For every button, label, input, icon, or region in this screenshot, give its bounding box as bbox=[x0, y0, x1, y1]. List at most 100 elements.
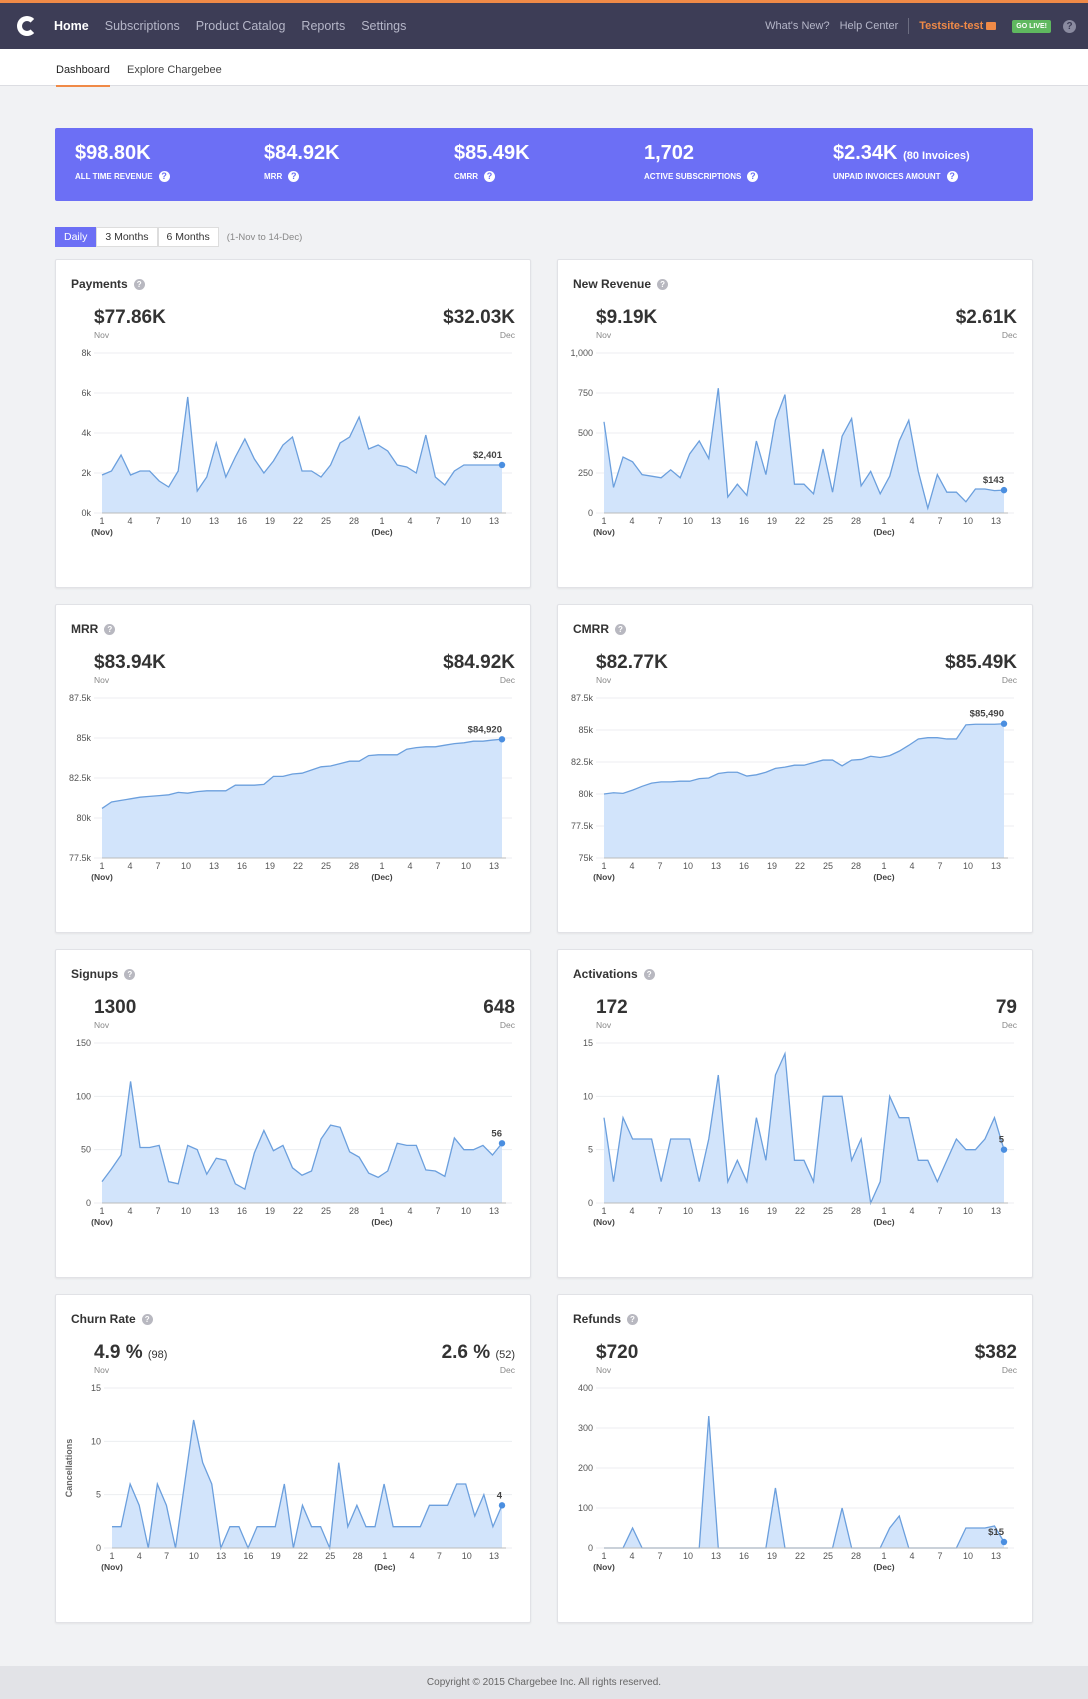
y-tick-label: 4k bbox=[81, 428, 91, 438]
left-metric: $77.86K Nov bbox=[94, 307, 166, 340]
tab-dashboard[interactable]: Dashboard bbox=[56, 64, 110, 76]
question-icon[interactable]: ? bbox=[133, 278, 145, 290]
x-tick-label: 25 bbox=[823, 1206, 833, 1216]
metric-period: Nov bbox=[596, 1020, 612, 1030]
last-point-marker[interactable] bbox=[498, 461, 506, 469]
x-group-label-dec: (Dec) bbox=[873, 1217, 894, 1227]
y-tick-label: 77.5k bbox=[571, 821, 594, 831]
chart-refunds: 0 100 200 300 400 $15 1 4 7 10 13 16 19 22 25 28 1 4 7 10 13… bbox=[578, 1383, 1014, 1572]
right-metric: 2.6 % (52) Dec bbox=[442, 1342, 515, 1375]
area-fill bbox=[102, 397, 502, 513]
card-churn-rate: Churn Rate? 4.9 % (98) Nov 2.6 % (52) Dec 0 5 1… bbox=[55, 1294, 531, 1623]
last-point-marker[interactable] bbox=[1000, 1146, 1008, 1153]
last-point-label: 56 bbox=[491, 1128, 502, 1139]
last-point-marker[interactable] bbox=[1000, 720, 1008, 727]
right-metric: $2.61K Dec bbox=[956, 307, 1017, 340]
metric-value: 1300 bbox=[94, 997, 137, 1018]
x-tick-label: 10 bbox=[683, 1206, 693, 1216]
question-icon[interactable]: ? bbox=[747, 171, 759, 182]
left-metric: 4.9 % (98) Nov bbox=[94, 1342, 167, 1375]
stat-cmrr: $85.49K CMRR? bbox=[454, 142, 530, 182]
last-point-marker[interactable] bbox=[498, 736, 506, 743]
x-tick-label: 1 bbox=[601, 516, 606, 526]
chargebee-logo-icon[interactable] bbox=[17, 16, 37, 36]
stat-value: 1,702 bbox=[644, 142, 695, 164]
nav-settings[interactable]: Settings bbox=[361, 19, 406, 33]
question-icon[interactable]: ? bbox=[946, 171, 958, 182]
metric-period: Dec bbox=[499, 675, 515, 685]
x-tick-label: 4 bbox=[909, 1206, 914, 1216]
question-icon[interactable]: ? bbox=[124, 968, 136, 980]
x-tick-label: 10 bbox=[963, 861, 973, 871]
x-tick-label: 4 bbox=[909, 516, 914, 526]
tab-explore-chargebee[interactable]: Explore Chargebee bbox=[127, 64, 222, 76]
question-icon[interactable]: ? bbox=[615, 623, 626, 635]
x-tick-label: 7 bbox=[657, 516, 662, 526]
question-icon[interactable]: ? bbox=[141, 1313, 153, 1325]
question-icon[interactable]: ? bbox=[657, 278, 669, 290]
last-point-marker[interactable] bbox=[498, 1502, 506, 1509]
y-tick-label: 100 bbox=[578, 1503, 593, 1513]
last-point-marker[interactable] bbox=[1000, 1538, 1008, 1546]
x-tick-label: 4 bbox=[629, 516, 634, 526]
right-metric: 79 Dec bbox=[996, 997, 1017, 1030]
y-tick-label: 250 bbox=[578, 468, 593, 478]
x-tick-label: 7 bbox=[435, 861, 440, 871]
x-tick-label: 10 bbox=[963, 1551, 973, 1561]
range-tab-daily[interactable]: Daily bbox=[55, 227, 97, 247]
y-tick-label: 80k bbox=[578, 789, 593, 799]
nav-subscriptions[interactable]: Subscriptions bbox=[105, 19, 180, 33]
x-tick-label: 28 bbox=[851, 516, 861, 526]
nav-product-catalog[interactable]: Product Catalog bbox=[196, 19, 286, 33]
left-metric: $82.77K Nov bbox=[596, 652, 668, 685]
x-tick-label: 28 bbox=[349, 516, 359, 526]
x-tick-label: 28 bbox=[353, 1551, 363, 1561]
x-tick-label: 19 bbox=[767, 861, 777, 871]
x-tick-label: 7 bbox=[657, 861, 662, 871]
chart-mrr: 77.5k 80k 82.5k 85k 87.5k $84,920 1 4 7 10 13 16 19 2… bbox=[69, 693, 512, 882]
site-switcher[interactable]: Testsite-test bbox=[919, 20, 997, 32]
question-icon[interactable]: ? bbox=[288, 171, 300, 182]
y-tick-label: 10 bbox=[91, 1436, 101, 1446]
chart-churn-rate: 0 5 10 15 Cancellations 4 1 4 7 10 13 16 19 22 25 28 1 4 7… bbox=[64, 1383, 512, 1572]
range-tab-6-months[interactable]: 6 Months bbox=[157, 227, 219, 247]
x-tick-label: 19 bbox=[767, 516, 777, 526]
x-tick-label: 7 bbox=[155, 861, 160, 871]
whats-new-link[interactable]: What's New? bbox=[765, 20, 829, 32]
stat-value: $98.80K bbox=[75, 142, 151, 164]
y-tick-label: 15 bbox=[91, 1383, 101, 1393]
range-tab-3-months[interactable]: 3 Months bbox=[96, 227, 158, 247]
right-metric: 648 Dec bbox=[483, 997, 515, 1030]
x-tick-label: 19 bbox=[767, 1551, 777, 1561]
help-icon[interactable]: ? bbox=[1063, 19, 1076, 33]
x-group-label-dec: (Dec) bbox=[873, 527, 894, 537]
x-tick-label: 13 bbox=[489, 1551, 499, 1561]
summary-banner: $98.80K ALL TIME REVENUE? $84.92K MRR? $… bbox=[55, 128, 1033, 201]
x-group-label-nov: (Nov) bbox=[593, 872, 615, 882]
x-tick-label: 1 bbox=[99, 861, 104, 871]
nav-home[interactable]: Home bbox=[54, 19, 89, 33]
metric-value: 172 bbox=[596, 997, 628, 1018]
help-center-link[interactable]: Help Center bbox=[840, 20, 899, 32]
x-tick-label: 1 bbox=[881, 516, 886, 526]
last-point-marker[interactable] bbox=[1000, 486, 1008, 494]
mail-icon bbox=[986, 22, 997, 30]
question-icon[interactable]: ? bbox=[484, 171, 495, 182]
go-live-button[interactable]: GO LIVE! bbox=[1012, 19, 1051, 33]
left-metric: $720 Nov bbox=[596, 1342, 638, 1375]
x-tick-label: 1 bbox=[379, 1206, 384, 1216]
x-tick-label: 4 bbox=[909, 861, 914, 871]
x-tick-label: 4 bbox=[629, 861, 634, 871]
question-icon[interactable]: ? bbox=[158, 171, 170, 182]
x-tick-label: 7 bbox=[657, 1206, 662, 1216]
question-icon[interactable]: ? bbox=[643, 968, 655, 980]
x-tick-label: 13 bbox=[711, 1206, 721, 1216]
nav-reports[interactable]: Reports bbox=[301, 19, 345, 33]
metric-value: 2.6 % (52) bbox=[441, 1342, 515, 1363]
question-icon[interactable]: ? bbox=[104, 623, 116, 635]
metric-value: 4.9 % (98) bbox=[94, 1342, 168, 1363]
last-point-label: 5 bbox=[999, 1135, 1005, 1146]
question-icon[interactable]: ? bbox=[627, 1313, 638, 1325]
x-group-label-nov: (Nov) bbox=[593, 1217, 615, 1227]
last-point-marker[interactable] bbox=[498, 1140, 506, 1147]
